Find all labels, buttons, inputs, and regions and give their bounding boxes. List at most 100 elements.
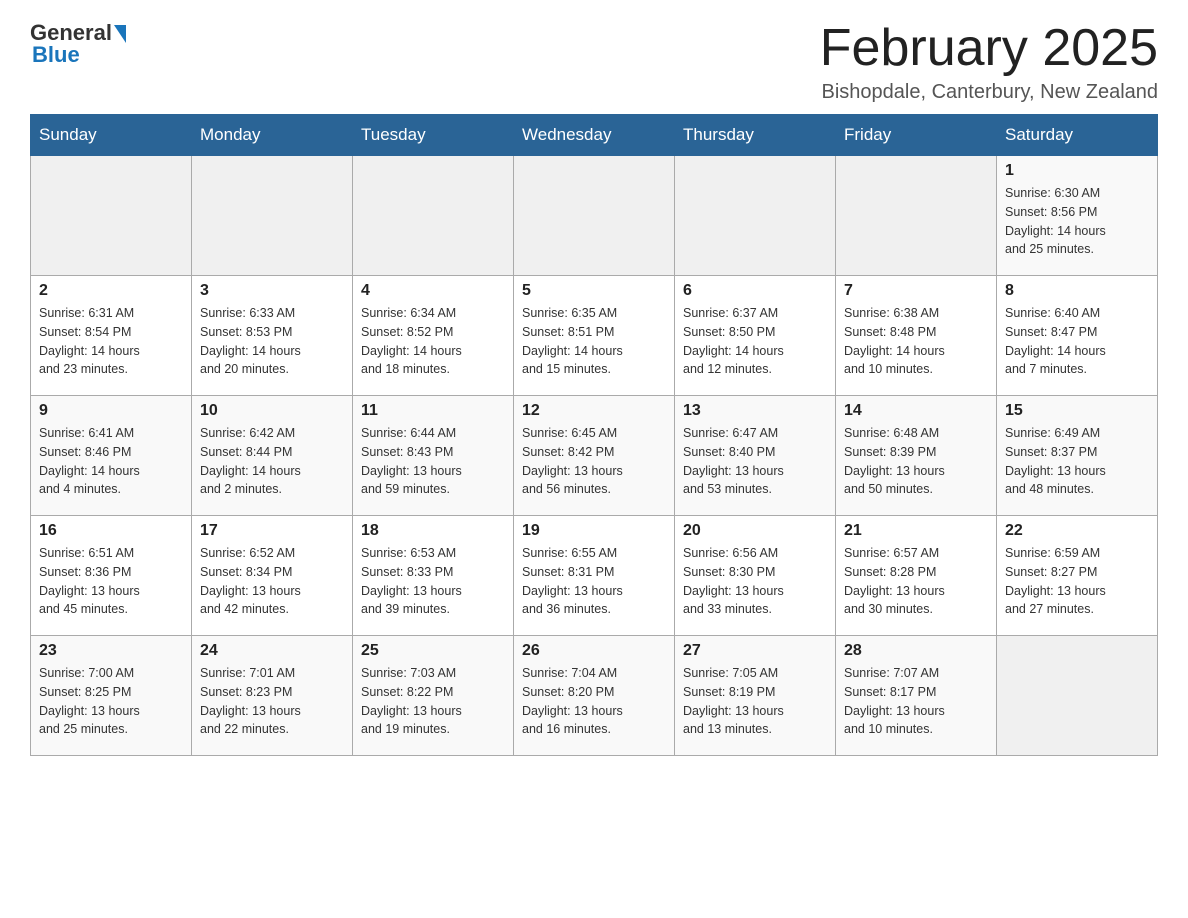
- calendar-cell: 7 Sunrise: 6:38 AM Sunset: 8:48 PM Daylig…: [836, 276, 997, 396]
- day-number: 1: [1005, 162, 1149, 180]
- calendar-cell: [836, 156, 997, 276]
- calendar-cell: 21 Sunrise: 6:57 AM Sunset: 8:28 PM Dayli…: [836, 516, 997, 636]
- day-number: 25: [361, 642, 505, 660]
- day-sun-info: Sunrise: 6:30 AM Sunset: 8:56 PM Dayligh…: [1005, 184, 1149, 259]
- day-sun-info: Sunrise: 6:47 AM Sunset: 8:40 PM Dayligh…: [683, 424, 827, 499]
- calendar-cell: 12Sunrise: 6:45 AM Sunset: 8:42 PM Dayli…: [514, 396, 675, 516]
- calendar-week-3: 9 Sunrise: 6:41 AM Sunset: 8:46 PM Daylig…: [31, 396, 1158, 516]
- title-section: February 2025 Bishopdale, Canterbury, Ne…: [820, 20, 1158, 104]
- location-subtitle: Bishopdale, Canterbury, New Zealand: [820, 81, 1158, 104]
- day-number: 20: [683, 522, 827, 540]
- day-sun-info: Sunrise: 6:41 AM Sunset: 8:46 PM Dayligh…: [39, 424, 183, 499]
- day-sun-info: Sunrise: 7:01 AM Sunset: 8:23 PM Dayligh…: [200, 664, 344, 739]
- day-sun-info: Sunrise: 7:04 AM Sunset: 8:20 PM Dayligh…: [522, 664, 666, 739]
- calendar-cell: [997, 636, 1158, 756]
- day-number: 14: [844, 402, 988, 420]
- calendar-cell: 15 Sunrise: 6:49 AM Sunset: 8:37 PM Dayli…: [997, 396, 1158, 516]
- calendar-cell: 5Sunrise: 6:35 AM Sunset: 8:51 PM Daylig…: [514, 276, 675, 396]
- calendar-cell: 23Sunrise: 7:00 AM Sunset: 8:25 PM Dayli…: [31, 636, 192, 756]
- logo-blue-text: Blue: [32, 42, 80, 68]
- calendar-cell: 17 Sunrise: 6:52 AM Sunset: 8:34 PM Dayli…: [192, 516, 353, 636]
- day-sun-info: Sunrise: 6:31 AM Sunset: 8:54 PM Dayligh…: [39, 304, 183, 379]
- day-number: 9: [39, 402, 183, 420]
- weekday-header-monday: Monday: [192, 115, 353, 156]
- month-year-title: February 2025: [820, 20, 1158, 77]
- day-sun-info: Sunrise: 6:57 AM Sunset: 8:28 PM Dayligh…: [844, 544, 988, 619]
- day-number: 2: [39, 282, 183, 300]
- calendar-cell: 26 Sunrise: 7:04 AM Sunset: 8:20 PM Dayli…: [514, 636, 675, 756]
- day-number: 18: [361, 522, 505, 540]
- calendar-cell: 28 Sunrise: 7:07 AM Sunset: 8:17 PM Dayli…: [836, 636, 997, 756]
- calendar-cell: 2 Sunrise: 6:31 AM Sunset: 8:54 PM Daylig…: [31, 276, 192, 396]
- day-sun-info: Sunrise: 6:55 AM Sunset: 8:31 PM Dayligh…: [522, 544, 666, 619]
- day-number: 24: [200, 642, 344, 660]
- calendar-cell: 27 Sunrise: 7:05 AM Sunset: 8:19 PM Dayli…: [675, 636, 836, 756]
- day-sun-info: Sunrise: 6:33 AM Sunset: 8:53 PM Dayligh…: [200, 304, 344, 379]
- calendar-cell: 1 Sunrise: 6:30 AM Sunset: 8:56 PM Daylig…: [997, 156, 1158, 276]
- page-header: General Blue February 2025 Bishopdale, C…: [30, 20, 1158, 104]
- day-number: 3: [200, 282, 344, 300]
- calendar-cell: 3 Sunrise: 6:33 AM Sunset: 8:53 PM Daylig…: [192, 276, 353, 396]
- calendar-cell: [675, 156, 836, 276]
- day-sun-info: Sunrise: 7:05 AM Sunset: 8:19 PM Dayligh…: [683, 664, 827, 739]
- day-number: 19: [522, 522, 666, 540]
- weekday-header-friday: Friday: [836, 115, 997, 156]
- calendar-cell: 10 Sunrise: 6:42 AM Sunset: 8:44 PM Dayli…: [192, 396, 353, 516]
- day-number: 15: [1005, 402, 1149, 420]
- calendar-cell: 13 Sunrise: 6:47 AM Sunset: 8:40 PM Dayli…: [675, 396, 836, 516]
- day-sun-info: Sunrise: 6:38 AM Sunset: 8:48 PM Dayligh…: [844, 304, 988, 379]
- day-sun-info: Sunrise: 6:37 AM Sunset: 8:50 PM Dayligh…: [683, 304, 827, 379]
- day-number: 10: [200, 402, 344, 420]
- calendar-cell: 4 Sunrise: 6:34 AM Sunset: 8:52 PM Daylig…: [353, 276, 514, 396]
- day-number: 12: [522, 402, 666, 420]
- calendar-cell: [31, 156, 192, 276]
- calendar-cell: 20 Sunrise: 6:56 AM Sunset: 8:30 PM Dayli…: [675, 516, 836, 636]
- day-sun-info: Sunrise: 6:49 AM Sunset: 8:37 PM Dayligh…: [1005, 424, 1149, 499]
- day-sun-info: Sunrise: 6:53 AM Sunset: 8:33 PM Dayligh…: [361, 544, 505, 619]
- calendar-cell: [353, 156, 514, 276]
- day-number: 28: [844, 642, 988, 660]
- weekday-header-wednesday: Wednesday: [514, 115, 675, 156]
- day-number: 4: [361, 282, 505, 300]
- day-number: 7: [844, 282, 988, 300]
- day-number: 27: [683, 642, 827, 660]
- calendar-week-2: 2 Sunrise: 6:31 AM Sunset: 8:54 PM Daylig…: [31, 276, 1158, 396]
- weekday-header-row: SundayMondayTuesdayWednesdayThursdayFrid…: [31, 115, 1158, 156]
- day-sun-info: Sunrise: 6:56 AM Sunset: 8:30 PM Dayligh…: [683, 544, 827, 619]
- calendar-cell: 19 Sunrise: 6:55 AM Sunset: 8:31 PM Dayli…: [514, 516, 675, 636]
- calendar-cell: 11Sunrise: 6:44 AM Sunset: 8:43 PM Dayli…: [353, 396, 514, 516]
- logo-arrow-icon: [114, 25, 126, 43]
- calendar-week-1: 1 Sunrise: 6:30 AM Sunset: 8:56 PM Daylig…: [31, 156, 1158, 276]
- day-number: 11: [361, 402, 505, 420]
- day-number: 22: [1005, 522, 1149, 540]
- calendar-cell: 9 Sunrise: 6:41 AM Sunset: 8:46 PM Daylig…: [31, 396, 192, 516]
- day-number: 6: [683, 282, 827, 300]
- calendar-table: SundayMondayTuesdayWednesdayThursdayFrid…: [30, 114, 1158, 756]
- logo: General Blue: [30, 20, 126, 68]
- calendar-week-5: 23Sunrise: 7:00 AM Sunset: 8:25 PM Dayli…: [31, 636, 1158, 756]
- calendar-cell: [192, 156, 353, 276]
- day-sun-info: Sunrise: 6:35 AM Sunset: 8:51 PM Dayligh…: [522, 304, 666, 379]
- calendar-cell: 6 Sunrise: 6:37 AM Sunset: 8:50 PM Daylig…: [675, 276, 836, 396]
- day-number: 17: [200, 522, 344, 540]
- day-number: 13: [683, 402, 827, 420]
- calendar-cell: 8Sunrise: 6:40 AM Sunset: 8:47 PM Daylig…: [997, 276, 1158, 396]
- calendar-cell: 22Sunrise: 6:59 AM Sunset: 8:27 PM Dayli…: [997, 516, 1158, 636]
- day-sun-info: Sunrise: 6:52 AM Sunset: 8:34 PM Dayligh…: [200, 544, 344, 619]
- day-sun-info: Sunrise: 7:07 AM Sunset: 8:17 PM Dayligh…: [844, 664, 988, 739]
- calendar-cell: 25 Sunrise: 7:03 AM Sunset: 8:22 PM Dayli…: [353, 636, 514, 756]
- day-number: 8: [1005, 282, 1149, 300]
- calendar-week-4: 16Sunrise: 6:51 AM Sunset: 8:36 PM Dayli…: [31, 516, 1158, 636]
- calendar-cell: 24 Sunrise: 7:01 AM Sunset: 8:23 PM Dayli…: [192, 636, 353, 756]
- weekday-header-thursday: Thursday: [675, 115, 836, 156]
- weekday-header-tuesday: Tuesday: [353, 115, 514, 156]
- weekday-header-saturday: Saturday: [997, 115, 1158, 156]
- day-sun-info: Sunrise: 6:48 AM Sunset: 8:39 PM Dayligh…: [844, 424, 988, 499]
- day-sun-info: Sunrise: 6:42 AM Sunset: 8:44 PM Dayligh…: [200, 424, 344, 499]
- calendar-cell: 16Sunrise: 6:51 AM Sunset: 8:36 PM Dayli…: [31, 516, 192, 636]
- day-sun-info: Sunrise: 7:03 AM Sunset: 8:22 PM Dayligh…: [361, 664, 505, 739]
- day-sun-info: Sunrise: 6:34 AM Sunset: 8:52 PM Dayligh…: [361, 304, 505, 379]
- day-number: 26: [522, 642, 666, 660]
- day-number: 21: [844, 522, 988, 540]
- weekday-header-sunday: Sunday: [31, 115, 192, 156]
